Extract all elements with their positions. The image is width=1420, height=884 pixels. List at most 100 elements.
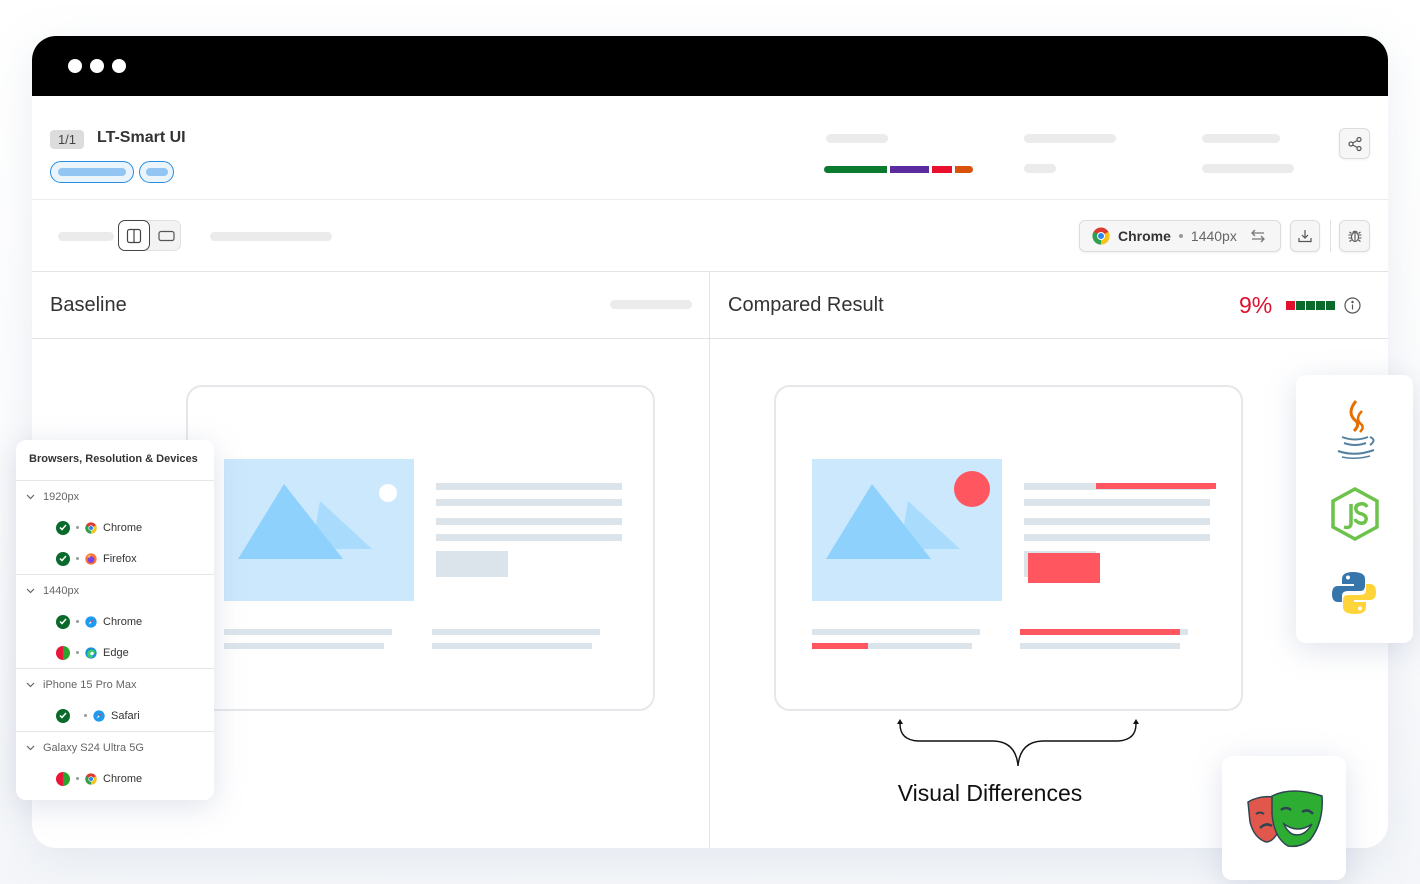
build-count-badge: 1/1: [50, 130, 84, 149]
split-view-icon: [126, 228, 142, 243]
device-browser-item[interactable]: Firefox: [16, 543, 214, 574]
framework-panel: [1222, 756, 1346, 880]
download-icon: [1298, 230, 1312, 243]
project-title: LT-Smart UI: [97, 129, 186, 146]
device-browser-item[interactable]: Chrome: [16, 606, 214, 637]
mismatch-scale: [1286, 301, 1335, 310]
placeholder-bar: [1202, 164, 1294, 173]
device-group-header[interactable]: iPhone 15 Pro Max: [16, 669, 214, 700]
mismatch-scale-block: [1296, 301, 1305, 310]
chevron-down-icon: [26, 745, 35, 750]
device-group: iPhone 15 Pro Max Safari: [16, 669, 214, 732]
browser-selector[interactable]: Chrome 1440px: [1079, 220, 1281, 252]
visual-differences-label: Visual Differences: [897, 780, 1083, 806]
mismatch-scale-block: [1326, 301, 1335, 310]
share-icon: [1347, 136, 1362, 151]
separator-dot: [76, 620, 79, 623]
edge-icon: [85, 646, 97, 659]
diff-highlight: [1028, 553, 1100, 583]
separator-dot: [76, 557, 79, 560]
window-control-dot[interactable]: [112, 59, 126, 73]
device-group-header[interactable]: 1440px: [16, 575, 214, 606]
info-icon[interactable]: [1344, 297, 1361, 314]
status-segment-changes: [890, 166, 929, 173]
mixed-status-icon: [56, 645, 70, 660]
baseline-screenshot[interactable]: [186, 385, 655, 711]
device-browser-item[interactable]: Chrome: [16, 763, 214, 794]
toolbar: Chrome 1440px: [32, 200, 1388, 272]
baseline-panel-header: Baseline: [32, 272, 709, 339]
mismatch-scale-block: [1306, 301, 1315, 310]
diff-highlight: [1020, 629, 1180, 635]
compared-screenshot[interactable]: [774, 385, 1243, 711]
passed-status-icon: [56, 551, 70, 566]
status-bar: [824, 166, 973, 173]
diff-highlight: [1096, 483, 1216, 489]
mismatch-percentage: 9%: [1239, 292, 1273, 318]
chevron-down-icon: [26, 682, 35, 687]
mountain-image-icon: [826, 471, 990, 559]
devices-panel-title: Browsers, Resolution & Devices: [16, 440, 214, 481]
browser-name: Chrome: [103, 615, 143, 628]
chrome-icon: [85, 521, 97, 534]
view-mode-toggle: [118, 220, 181, 251]
device-group: Galaxy S24 Ultra 5G Chrome: [16, 732, 214, 794]
firefox-icon: [85, 552, 97, 565]
chevron-down-icon: [26, 588, 35, 593]
safari-icon: [93, 709, 105, 722]
device-group: 1440px Chrome Edge: [16, 575, 214, 669]
project-header: 1/1 LT-Smart UI: [32, 96, 1388, 200]
status-segment-failed: [932, 166, 952, 173]
device-group-header[interactable]: 1920px: [16, 481, 214, 512]
placeholder-bar: [210, 232, 332, 241]
placeholder-bar: [1202, 134, 1280, 143]
tag-pill[interactable]: [50, 161, 134, 183]
placeholder-bar: [610, 300, 692, 309]
title-bar: [32, 36, 1388, 96]
mixed-status-icon: [56, 771, 70, 786]
download-button[interactable]: [1290, 220, 1320, 252]
browsers-devices-panel: Browsers, Resolution & Devices 1920px Chr…: [16, 440, 214, 800]
device-group: 1920px Chrome Firefox: [16, 481, 214, 575]
swap-arrows-icon[interactable]: [1249, 228, 1267, 244]
device-browser-item[interactable]: Safari: [16, 700, 214, 731]
button-placeholder: [436, 551, 508, 577]
status-segment-passed: [824, 166, 887, 173]
bug-icon: [1348, 230, 1361, 243]
browser-name: Firefox: [103, 552, 137, 565]
python-icon: [1332, 572, 1376, 614]
placeholder-bar: [1024, 134, 1116, 143]
separator-dot: [76, 651, 79, 654]
image-placeholder: [812, 459, 1002, 601]
mismatch-scale-block: [1286, 301, 1295, 310]
browser-name: Chrome: [103, 521, 143, 534]
side-by-side-view-button[interactable]: [118, 220, 150, 251]
diff-highlight: [954, 471, 990, 507]
java-icon: [1337, 400, 1375, 460]
tag-pill[interactable]: [139, 161, 174, 183]
device-group-label: 1440px: [43, 584, 80, 597]
compared-result-title: Compared Result: [728, 294, 884, 316]
device-group-label: iPhone 15 Pro Max: [43, 678, 137, 691]
chrome-icon: [1092, 227, 1110, 245]
report-bug-button[interactable]: [1339, 220, 1370, 252]
separator-dot: [1178, 234, 1183, 238]
browser-resolution: 1440px: [1190, 228, 1237, 244]
device-browser-item[interactable]: Chrome: [16, 512, 214, 543]
window-control-dot[interactable]: [68, 59, 82, 73]
placeholder-bar: [58, 232, 114, 241]
placeholder-bar: [826, 134, 888, 143]
share-button[interactable]: [1339, 128, 1370, 159]
window-control-dot[interactable]: [90, 59, 104, 73]
mismatch-scale-block: [1316, 301, 1325, 310]
device-group-label: Galaxy S24 Ultra 5G: [43, 741, 144, 754]
chevron-down-icon: [26, 494, 35, 499]
status-segment-other: [955, 166, 973, 173]
device-group-header[interactable]: Galaxy S24 Ultra 5G: [16, 732, 214, 763]
device-browser-item[interactable]: Edge: [16, 637, 214, 668]
mountain-image-icon: [238, 484, 397, 559]
browser-name: Edge: [103, 646, 129, 659]
languages-panel: [1296, 375, 1413, 643]
browser-name: Chrome: [103, 772, 143, 785]
single-view-button[interactable]: [150, 220, 182, 251]
